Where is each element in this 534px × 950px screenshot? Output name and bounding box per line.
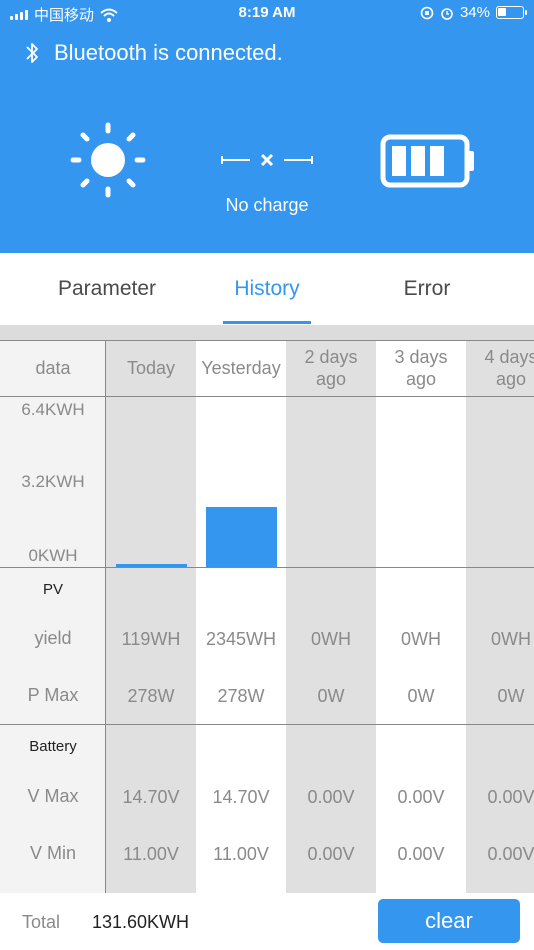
- active-tab-indicator: [223, 321, 311, 324]
- bar-today: [116, 563, 187, 567]
- yield-2-days-ago: 0WH: [311, 629, 351, 649]
- vmin-4-days-ago: 0.00V: [487, 844, 534, 864]
- divider: [0, 567, 534, 568]
- yield-yesterday: 2345WH: [205, 629, 277, 649]
- battery-section-title: Battery: [29, 738, 77, 755]
- column-4-days-ago: [466, 340, 534, 893]
- column-header-today: Today: [126, 358, 176, 378]
- column-yesterday: [196, 340, 286, 893]
- column-header-3-days-ago: 3 days ago: [394, 347, 448, 389]
- tab-history[interactable]: History: [180, 253, 354, 325]
- column-3-days-ago: [376, 340, 466, 893]
- axis-label-min: 0KWH: [28, 546, 78, 565]
- vmax-2-days-ago: 0.00V: [307, 787, 355, 807]
- pmax-4-days-ago: 0W: [497, 686, 525, 706]
- column-header-yesterday: Yesterday: [201, 358, 281, 378]
- row-label-v-min: V Min: [29, 843, 76, 863]
- disconnected-link-icon: [221, 153, 313, 167]
- divider: [0, 340, 534, 341]
- yield-3-days-ago: 0WH: [401, 629, 441, 649]
- pmax-2-days-ago: 0W: [317, 686, 345, 706]
- pmax-today: 278W: [127, 686, 175, 706]
- history-table[interactable]: data Today Yesterday 2 days ago 3 days a…: [0, 340, 534, 893]
- vmin-3-days-ago: 0.00V: [397, 844, 445, 864]
- status-right: 34%: [420, 4, 527, 21]
- divider: [0, 724, 534, 725]
- footer: Total 131.60KWH clear: [0, 893, 534, 950]
- axis-label-mid: 3.2KWH: [21, 472, 85, 491]
- alarm-icon: [441, 7, 453, 20]
- vmax-4-days-ago: 0.00V: [487, 787, 534, 807]
- vmin-2-days-ago: 0.00V: [307, 844, 355, 864]
- vmax-3-days-ago: 0.00V: [397, 787, 445, 807]
- vmin-today: 11.00V: [123, 844, 179, 864]
- header-data-label: data: [35, 358, 71, 378]
- bluetooth-text: Bluetooth is connected.: [54, 40, 283, 65]
- status-header: 中国移动 8:19 AM 34% Bluetooth is connected.…: [0, 0, 534, 253]
- tab-parameter[interactable]: Parameter: [20, 253, 194, 325]
- pmax-3-days-ago: 0W: [407, 686, 435, 706]
- column-header-4-days-ago: 4 days ago: [484, 347, 534, 389]
- yield-4-days-ago: 0WH: [491, 629, 531, 649]
- vmin-yesterday: 11.00V: [213, 844, 269, 864]
- row-label-yield: yield: [34, 628, 72, 648]
- row-label-v-max: V Max: [27, 786, 79, 806]
- battery-percent: 34%: [459, 4, 490, 21]
- charge-status: No charge: [225, 195, 309, 215]
- sun-icon: [70, 122, 146, 198]
- status-bar: 中国移动 8:19 AM 34%: [0, 0, 534, 28]
- column-header-2-days-ago: 2 days ago: [304, 347, 358, 389]
- divider: [0, 396, 534, 397]
- vmax-today: 14.70V: [122, 787, 180, 807]
- total-value: 131.60KWH: [92, 912, 190, 932]
- bar-yesterday: [206, 506, 277, 567]
- bluetooth-status: Bluetooth is connected.: [24, 40, 283, 66]
- vmax-yesterday: 14.70V: [212, 787, 270, 807]
- clear-button[interactable]: clear: [378, 899, 520, 943]
- separator-strip: [0, 325, 534, 340]
- pmax-yesterday: 278W: [217, 686, 265, 706]
- yield-today: 119WH: [121, 629, 181, 649]
- phone-battery-icon: [496, 6, 527, 19]
- tab-error[interactable]: Error: [340, 253, 514, 325]
- column-2-days-ago: [286, 340, 376, 893]
- tab-bar: Parameter History Error: [0, 253, 534, 325]
- orientation-lock-icon: [420, 6, 434, 19]
- column-today: [106, 340, 196, 893]
- pv-section-title: PV: [42, 581, 63, 598]
- row-label-p-max: P Max: [27, 685, 79, 705]
- bluetooth-icon: [26, 43, 38, 63]
- total-label: Total: [22, 912, 61, 932]
- axis-label-max: 6.4KWH: [21, 400, 85, 419]
- label-column: [0, 340, 106, 893]
- battery-icon: [380, 134, 474, 188]
